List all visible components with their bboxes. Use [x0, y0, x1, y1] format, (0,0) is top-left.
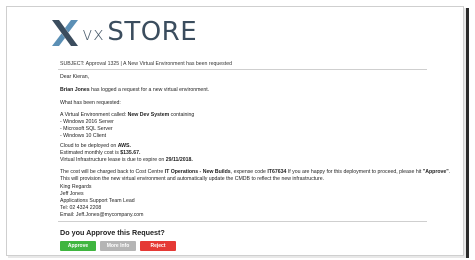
request-item: - Windows 2016 Server	[60, 119, 114, 125]
expense-code: IT67634	[267, 169, 287, 175]
env-name: New Dev System	[127, 112, 170, 118]
section-title: What has been requested:	[60, 100, 121, 106]
request-item: - Microsoft SQL Server	[60, 126, 113, 132]
charge-details: The cost will be charged back to Cost Ce…	[60, 169, 451, 182]
cost-details: Cloud to be deployed on AWS. Estimated m…	[60, 143, 193, 163]
cloud-provider: AWS.	[117, 143, 131, 149]
brand-wordmark: vx STORE	[82, 16, 198, 47]
cost-centre: IT Operations - New Builds	[164, 169, 231, 175]
approve-hint: "Approve"	[422, 169, 449, 175]
request-item: - Windows 10 Client	[60, 133, 107, 139]
intro-line: Brian Jones has logged a request for a n…	[60, 87, 210, 93]
greeting: Dear Kieran,	[60, 74, 90, 80]
lease-expiry: 29/11/2018.	[165, 157, 193, 163]
approval-question: Do you Approve this Request?	[60, 228, 165, 237]
request-details: A Virtual Environment called: New Dev Sy…	[60, 112, 195, 139]
window-edge	[466, 8, 469, 258]
requester-name: Brian Jones	[60, 87, 90, 93]
charge-note: This will provision the new virtual envi…	[60, 176, 325, 182]
vx-x-logo-icon	[52, 20, 78, 46]
signature: King Regards Jeff Jones Applications Sup…	[60, 184, 144, 218]
more-info-button[interactable]: More Info	[100, 241, 136, 251]
divider-bottom	[58, 221, 427, 222]
monthly-cost: $135.67.	[120, 150, 141, 156]
vxstore-logo: vx STORE	[52, 16, 197, 50]
approve-button[interactable]: Approve	[60, 241, 96, 251]
email-subject: SUBJECT: Approval 1325 | A New Virtual E…	[60, 61, 232, 67]
reject-button[interactable]: Reject	[140, 241, 176, 251]
divider-top	[58, 69, 427, 70]
